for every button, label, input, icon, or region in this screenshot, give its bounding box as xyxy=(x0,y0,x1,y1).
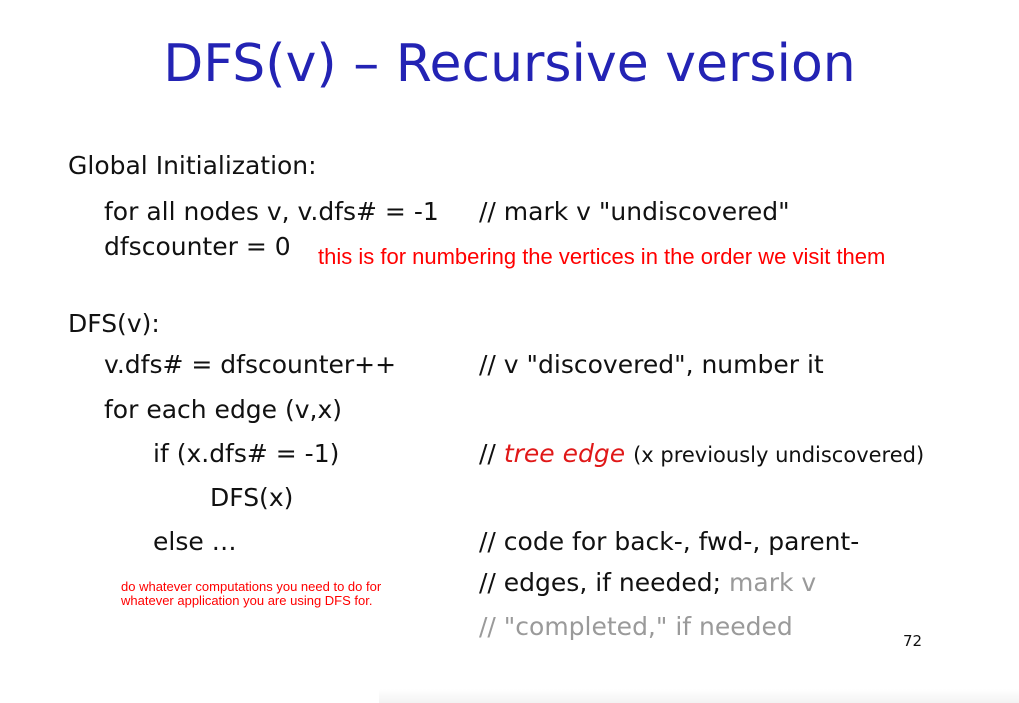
body-line2-code: for each edge (v,x) xyxy=(104,395,343,424)
body-line4-code: DFS(x) xyxy=(210,483,294,512)
dfs-heading: DFS(v): xyxy=(68,309,160,338)
body-line7-comment: // "completed," if needed xyxy=(479,612,793,641)
annotation-numbering: this is for numbering the vertices in th… xyxy=(318,244,886,269)
page-title: DFS(v) – Recursive version xyxy=(163,34,856,94)
body-line3-code: if (x.dfs# = -1) xyxy=(153,439,340,468)
init-line2-code: dfscounter = 0 xyxy=(104,232,291,261)
edges-comment: // edges, if needed; xyxy=(479,568,722,597)
body-line5-code: else … xyxy=(153,527,237,556)
mark-v-comment: mark v xyxy=(729,568,817,597)
init-line1-code: for all nodes v, v.dfs# = -1 xyxy=(104,197,439,226)
slide-shadow xyxy=(379,689,1019,703)
body-line1-comment: // v "discovered", number it xyxy=(479,350,824,379)
tree-edge-paren: (x previously undiscovered) xyxy=(633,443,925,467)
body-line1-code: v.dfs# = dfscounter++ xyxy=(104,350,397,379)
tree-edge-label: tree edge xyxy=(503,439,626,468)
body-line5-comment: // code for back-, fwd-, parent- xyxy=(479,527,860,556)
body-line6-comment: // edges, if needed; mark v xyxy=(479,568,816,597)
comment-slashes: // xyxy=(479,439,496,468)
global-init-heading: Global Initialization: xyxy=(68,151,317,180)
body-line3-comment: // tree edge (x previously undiscovered) xyxy=(479,439,924,468)
init-line1-comment: // mark v "undiscovered" xyxy=(479,197,790,226)
page-number: 72 xyxy=(903,632,923,650)
annotation-computations: do whatever computations you need to do … xyxy=(121,579,382,608)
